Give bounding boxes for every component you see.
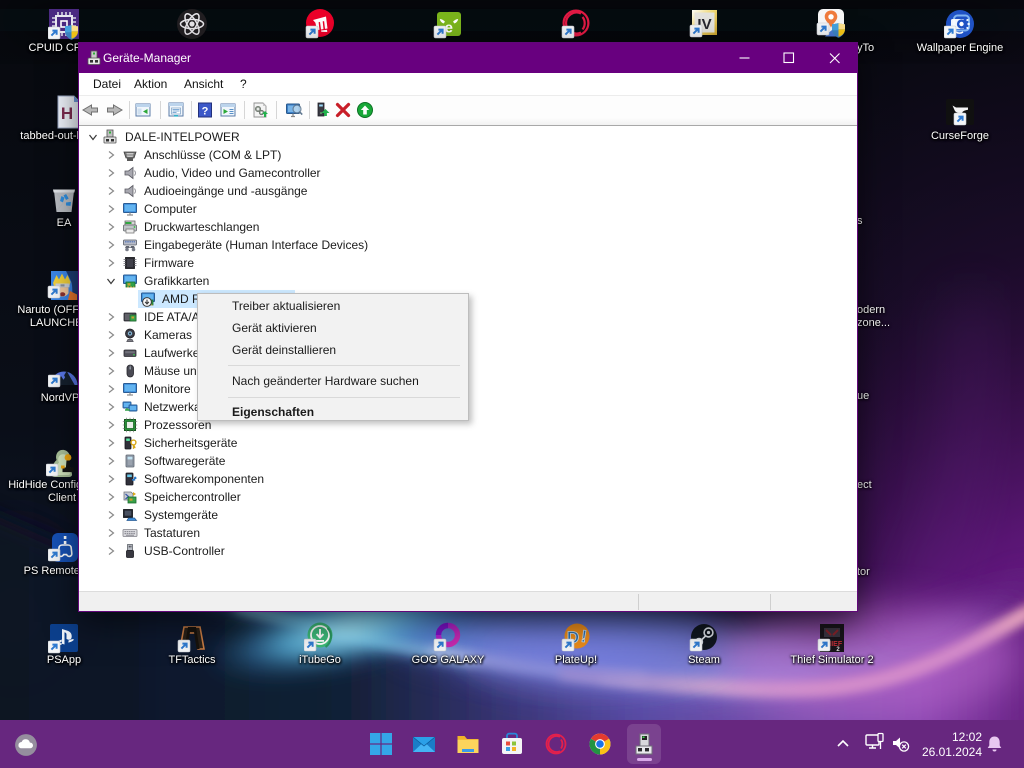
svg-text:H: H xyxy=(61,104,73,123)
svg-text:?: ? xyxy=(202,106,209,118)
